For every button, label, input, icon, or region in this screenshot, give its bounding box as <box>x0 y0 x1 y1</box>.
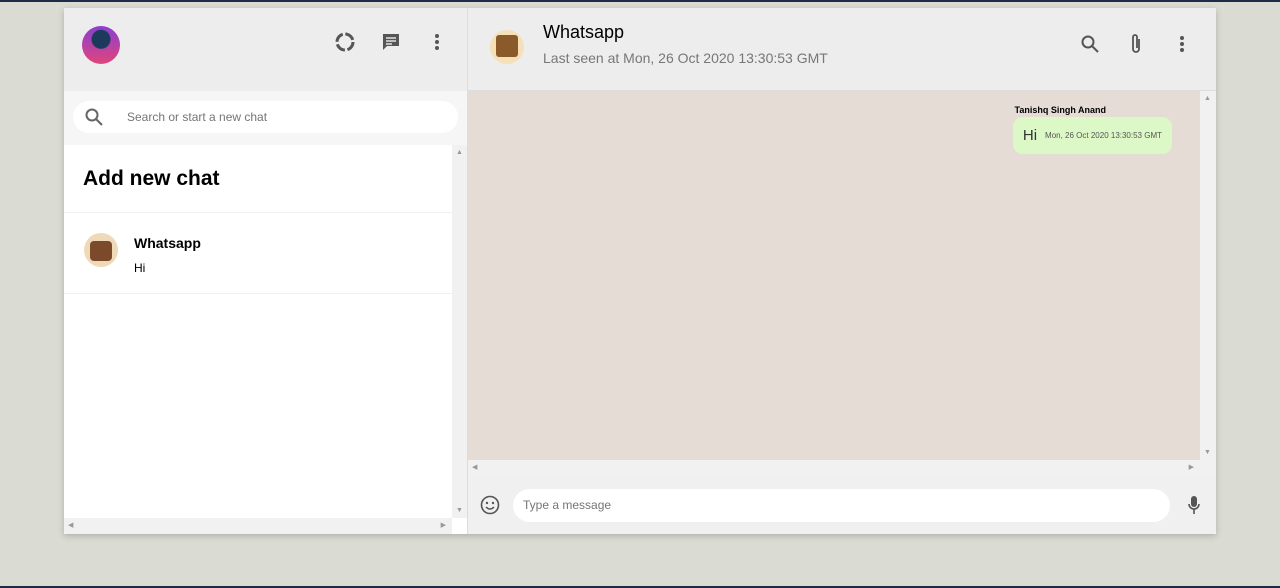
chat-last-message: Hi <box>134 261 146 275</box>
whatsapp-app: Add new chat Whatsapp Hi ▲▼ ◀▶ Whatsapp … <box>64 8 1216 534</box>
chat-panel: Whatsapp Last seen at Mon, 26 Oct 2020 1… <box>468 8 1216 534</box>
chat-header: Whatsapp Last seen at Mon, 26 Oct 2020 1… <box>468 8 1216 91</box>
chat-avatar <box>84 233 118 267</box>
chat-vertical-scrollbar[interactable]: ▲ ▼ <box>1200 91 1216 460</box>
microphone-icon[interactable] <box>1182 493 1206 517</box>
add-new-chat[interactable]: Add new chat <box>64 145 452 213</box>
search-bar <box>73 101 458 133</box>
message-bubble: Hi Mon, 26 Oct 2020 13:30:53 GMT <box>1012 117 1172 154</box>
browser-top-border <box>0 0 1280 2</box>
chat-list: Add new chat Whatsapp Hi ▲ ▼ ◀ ▶ <box>64 145 467 534</box>
message-composer <box>468 476 1216 534</box>
sidebar-horizontal-scrollbar[interactable]: ◀ ▶ <box>64 518 452 534</box>
message: Tanishq Singh Anand Hi Mon, 26 Oct 2020 … <box>496 105 1172 154</box>
emoji-icon[interactable] <box>478 493 502 517</box>
sidebar-header <box>64 8 467 91</box>
search-input[interactable] <box>127 110 427 124</box>
chat-list-item[interactable]: Whatsapp Hi <box>64 213 452 294</box>
sidebar-vertical-scrollbar[interactable]: ▲ ▼ <box>452 145 467 518</box>
search-icon[interactable] <box>1078 32 1102 56</box>
message-text: Hi <box>1022 127 1038 144</box>
search-icon <box>85 108 103 126</box>
last-seen: Last seen at Mon, 26 Oct 2020 13:30:53 G… <box>543 50 828 66</box>
chat-horizontal-scrollbar[interactable]: ◀ ▶ <box>468 460 1216 476</box>
status-icon[interactable] <box>333 30 357 54</box>
sidebar: Add new chat Whatsapp Hi ▲▼ ◀▶ <box>64 8 468 534</box>
chat-title: Whatsapp <box>543 22 625 42</box>
message-sender: Tanishq Singh Anand <box>1014 105 1107 115</box>
attach-icon[interactable] <box>1124 32 1148 56</box>
user-avatar[interactable] <box>82 26 120 64</box>
chat-name: Whatsapp <box>134 235 201 251</box>
chat-body: Tanishq Singh Anand Hi Mon, 26 Oct 2020 … <box>468 91 1216 476</box>
message-input[interactable] <box>513 488 1170 522</box>
menu-icon[interactable] <box>1170 32 1194 56</box>
chat-avatar[interactable] <box>490 30 524 64</box>
menu-icon[interactable] <box>425 30 449 54</box>
message-time: Mon, 26 Oct 2020 13:30:53 GMT <box>1045 131 1162 140</box>
new-chat-icon[interactable] <box>379 30 403 54</box>
